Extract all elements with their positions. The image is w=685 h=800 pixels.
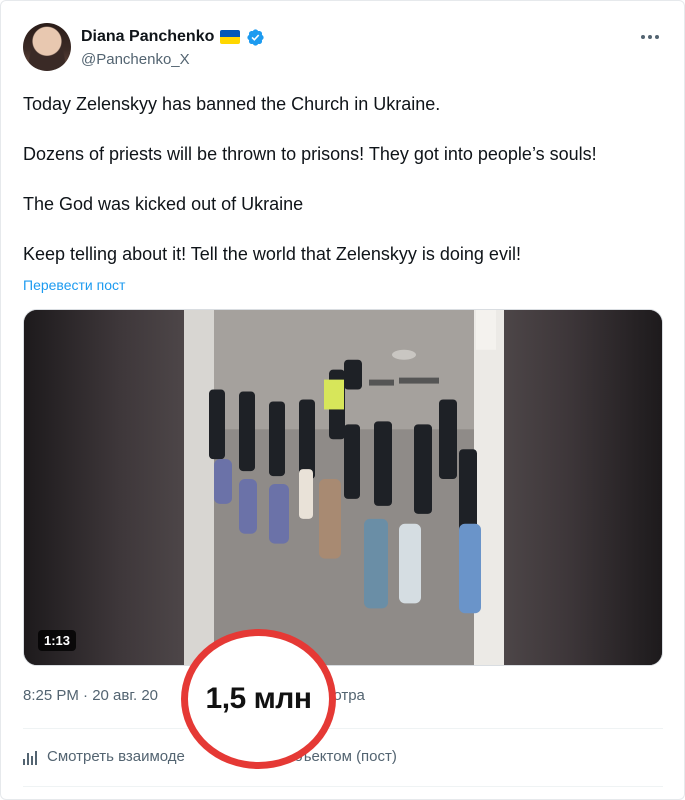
author-name-row: Diana Panchenko [81, 26, 265, 48]
post-paragraph: Keep telling about it! Tell the world th… [23, 244, 521, 264]
views-count: 1,5 млн [205, 682, 312, 715]
avatar[interactable] [23, 23, 71, 71]
post-paragraph: The God was kicked out of Ukraine [23, 194, 304, 214]
post-paragraph: Dozens of priests will be thrown to pris… [23, 144, 597, 164]
translate-post-link[interactable]: Перевести пост [23, 277, 125, 293]
divider [23, 728, 663, 729]
post-timestamp[interactable]: 8:25 PM · 20 авг. 20 [23, 687, 158, 704]
divider [23, 786, 663, 787]
video-blur-left [24, 310, 184, 665]
video-frame [184, 310, 504, 665]
view-engagement-button[interactable]: Смотреть взаимоде [23, 748, 185, 765]
author-name[interactable]: Diana Panchenko [81, 28, 214, 46]
more-options-icon[interactable] [638, 27, 662, 47]
author-handle[interactable]: @Panchenko_X [81, 51, 190, 68]
ukraine-flag-icon [220, 30, 241, 44]
views-highlight-annotation: 1,5 млн [181, 629, 336, 769]
video-blur-right [502, 310, 662, 665]
analytics-bars-icon [23, 749, 39, 765]
video-player[interactable]: 1:13 [23, 309, 663, 666]
verified-badge-icon [247, 28, 264, 46]
post-text: Today Zelenskyy has banned the Church in… [23, 92, 663, 266]
post-paragraph: Today Zelenskyy has banned the Church in… [23, 94, 441, 114]
engagement-label: Смотреть взаимоде [47, 748, 185, 765]
post-card: Diana Panchenko @Panchenko_X Today Zelen… [0, 0, 685, 800]
video-duration-badge: 1:13 [38, 630, 77, 651]
